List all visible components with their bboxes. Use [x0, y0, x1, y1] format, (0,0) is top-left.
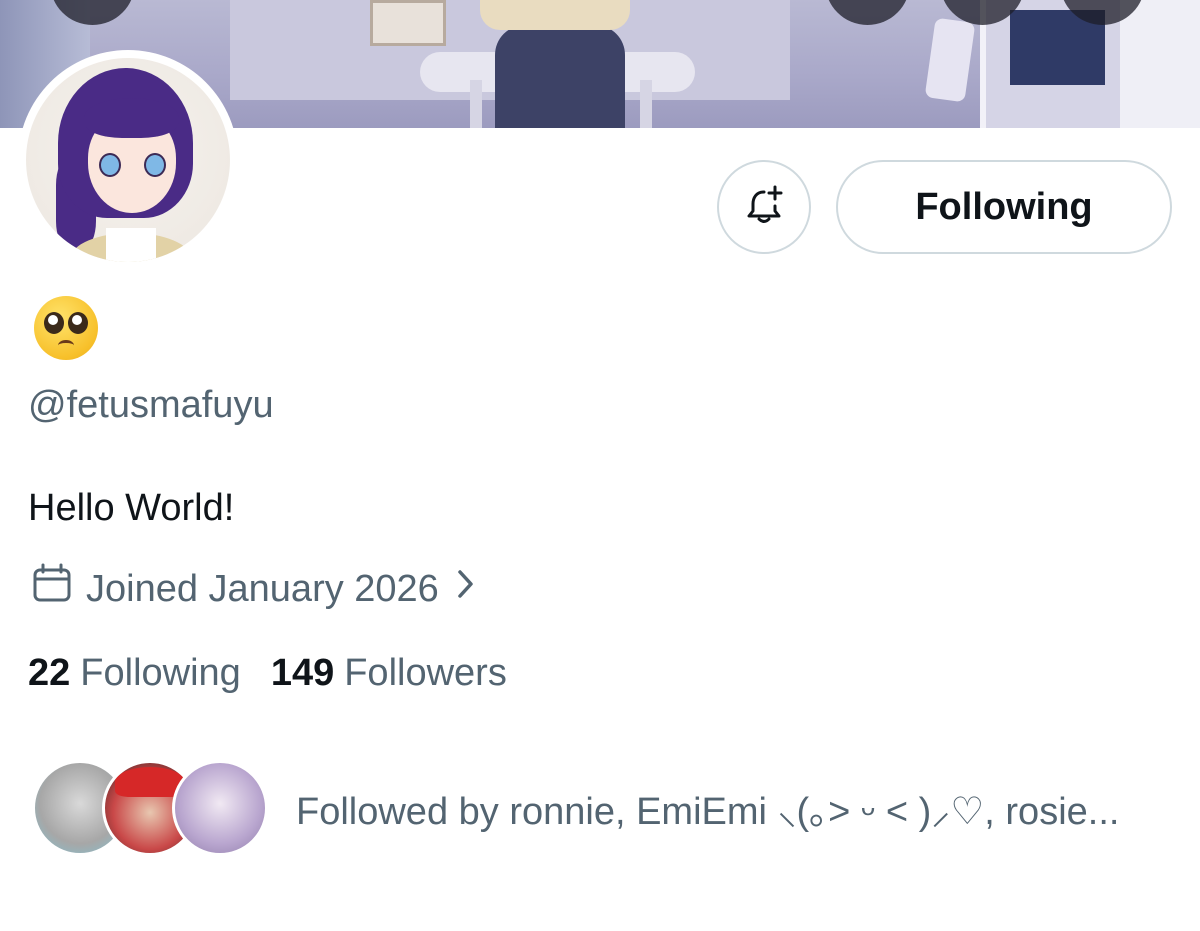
avatar — [172, 760, 268, 856]
bell-plus-icon — [744, 184, 784, 231]
avatar-collar — [106, 228, 156, 262]
following-count: 22 — [28, 652, 71, 694]
profile-avatar[interactable] — [18, 50, 238, 270]
avatar-image — [26, 58, 230, 262]
banner-wall-right — [1120, 0, 1200, 128]
pleading-face-icon — [34, 296, 98, 360]
following-button[interactable]: Following — [836, 160, 1172, 254]
following-label: Following — [80, 652, 241, 694]
profile-handle: @fetusmafuyu — [28, 384, 274, 426]
joined-text: Joined January 2026 — [86, 567, 439, 610]
chevron-right-icon — [455, 567, 477, 611]
banner-picture-frame — [370, 0, 446, 46]
followers-you-know[interactable]: Followed by ronnie, EmiEmi ⸜(｡˃ ᵕ ˂ )⸝♡,… — [32, 756, 1119, 860]
profile-bio: Hello World! — [28, 487, 235, 529]
calendar-icon — [30, 562, 74, 616]
avatar-eye — [99, 153, 121, 177]
banner-legs — [495, 25, 625, 128]
followers-count: 149 — [270, 652, 335, 694]
avatar-eye — [144, 153, 166, 177]
following-stat[interactable]: 22 Following — [28, 652, 241, 695]
followers-stat[interactable]: 149 Followers — [271, 652, 507, 695]
avatar-bangs — [84, 98, 179, 138]
banner-overlay-button[interactable] — [825, 0, 910, 25]
follow-stats: 22 Following 149 Followers — [28, 652, 537, 695]
banner-chair-leg — [470, 80, 482, 128]
followers-label: Followers — [344, 652, 507, 694]
banner-crystal — [924, 17, 976, 103]
notify-button[interactable] — [717, 160, 811, 254]
banner-chair-leg — [640, 80, 652, 128]
display-name — [34, 296, 100, 362]
banner-sweater — [480, 0, 630, 30]
followed-by-text: Followed by ronnie, EmiEmi ⸜(｡˃ ᵕ ˂ )⸝♡,… — [296, 791, 1120, 833]
joined-date[interactable]: Joined January 2026 — [30, 562, 477, 616]
